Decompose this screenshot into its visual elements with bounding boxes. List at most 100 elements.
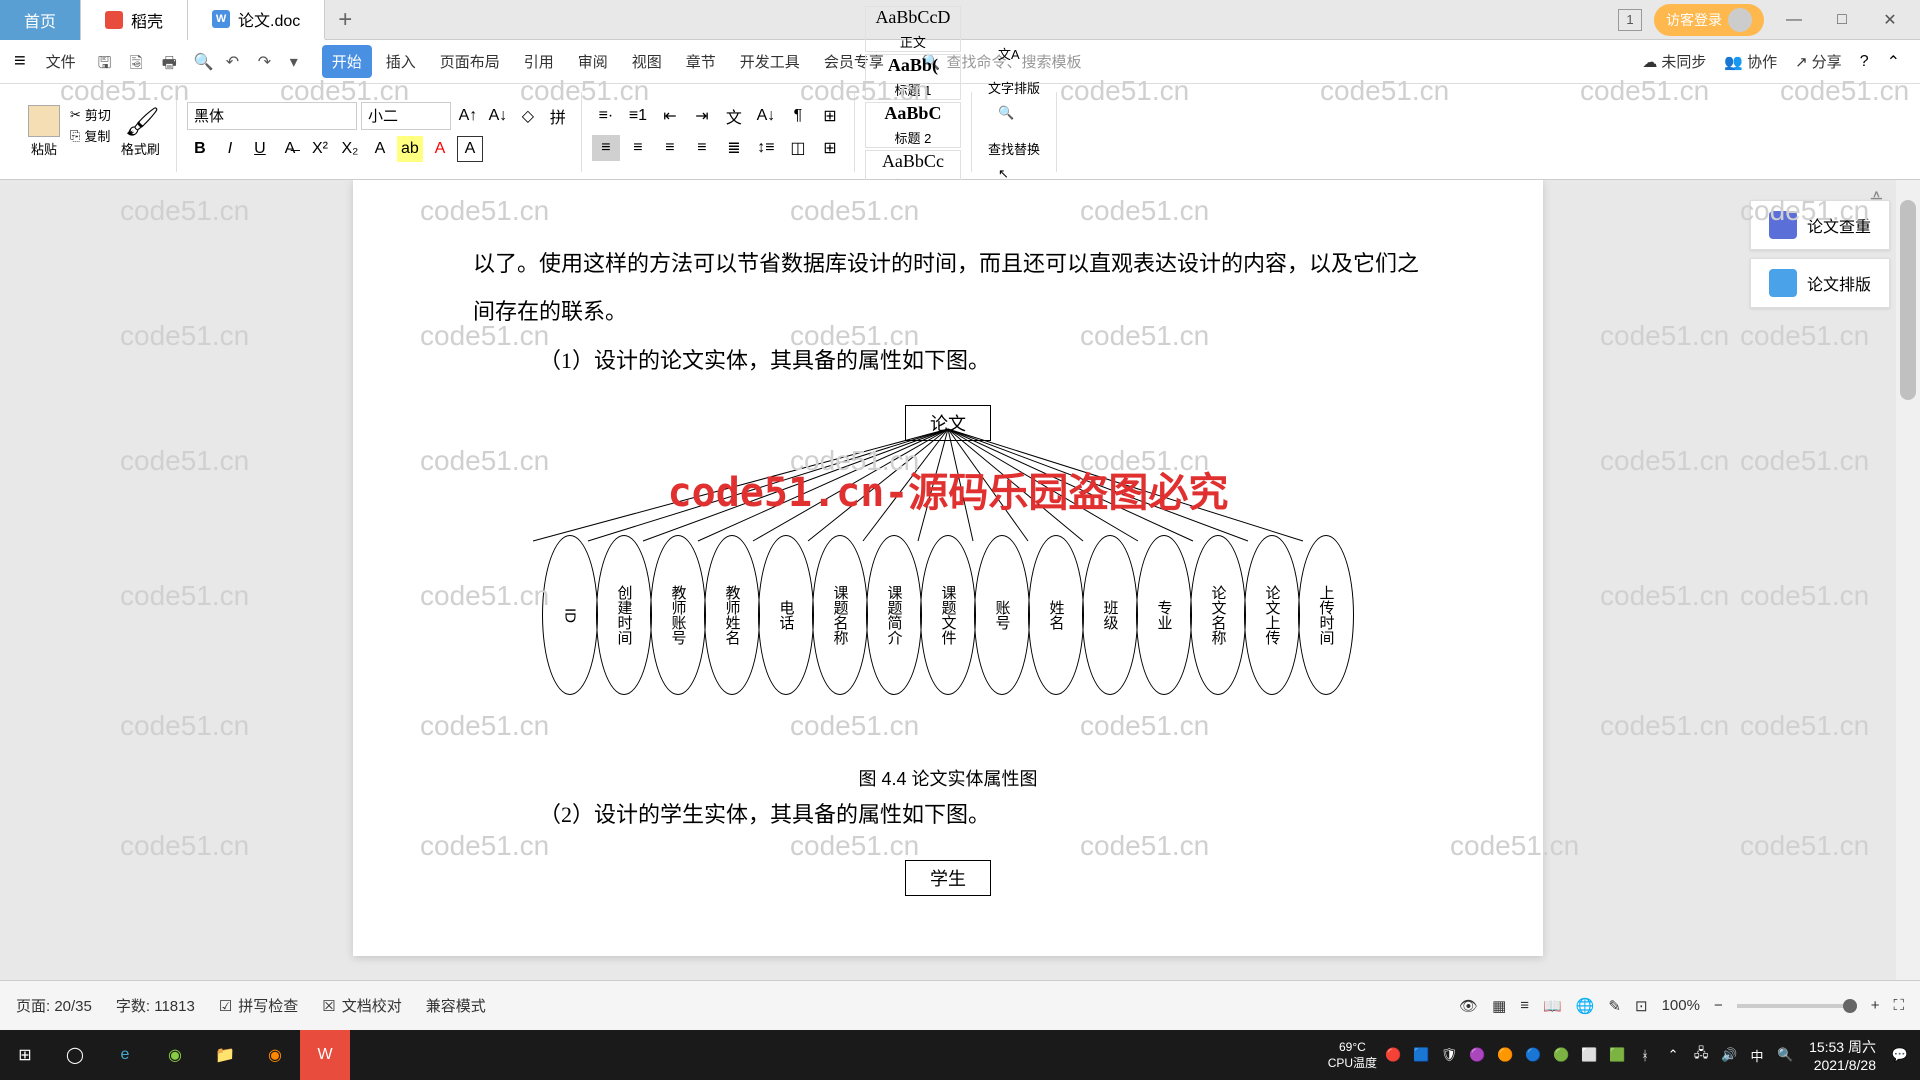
paper-check-button[interactable]: 论文查重 (1750, 200, 1890, 250)
style-heading2[interactable]: AaBbC标题 2 (865, 102, 961, 148)
clear-format-button[interactable]: ◇ (515, 103, 541, 129)
start-button[interactable]: ⊞ (0, 1030, 50, 1080)
document-page[interactable]: 以了。使用这样的方法可以节省数据库设计的时间，而且还可以直观表达设计的内容，以及… (353, 180, 1543, 956)
tab-document[interactable]: W 论文.doc (188, 0, 325, 40)
wps-icon[interactable]: W (300, 1030, 350, 1080)
explorer-icon[interactable]: 📁 (200, 1030, 250, 1080)
browser-icon[interactable]: ◉ (150, 1030, 200, 1080)
cortana-icon[interactable]: ◯ (50, 1030, 100, 1080)
tray-icon-1[interactable]: 🔴 (1381, 1043, 1405, 1067)
menu-reference[interactable]: 引用 (514, 45, 564, 78)
ime-icon[interactable]: 中 (1745, 1043, 1769, 1067)
grow-font-button[interactable]: A↑ (455, 103, 481, 129)
zoom-thumb[interactable] (1843, 999, 1857, 1013)
clock[interactable]: 15:53 周六 2021/8/28 (1801, 1037, 1884, 1073)
app-icon-1[interactable]: ◉ (250, 1030, 300, 1080)
minimize-button[interactable]: — (1776, 2, 1812, 38)
spellcheck-button[interactable]: ☑拼写检查 (219, 995, 298, 1016)
vertical-scrollbar[interactable] (1896, 180, 1920, 1030)
tab-doke[interactable]: 稻壳 (81, 0, 188, 40)
char-border-button[interactable]: A (457, 136, 483, 162)
decrease-indent-button[interactable]: ⇤ (656, 103, 684, 129)
print-icon[interactable]: 🖶 (162, 52, 182, 72)
italic-button[interactable]: I (217, 136, 243, 162)
print-direct-icon[interactable]: 🗟 (130, 52, 150, 72)
tray-icon-4[interactable]: 🟣 (1465, 1043, 1489, 1067)
align-left-button[interactable]: ≡ (592, 135, 620, 161)
bold-button[interactable]: B (187, 136, 213, 162)
menu-insert[interactable]: 插入 (376, 45, 426, 78)
find-replace-button[interactable]: 🔍查找替换 (982, 105, 1046, 158)
style-body[interactable]: AaBbCcD正文 (865, 6, 961, 52)
font-family-select[interactable] (187, 102, 357, 130)
annotate-icon[interactable]: ✎ (1608, 997, 1621, 1015)
strikethrough-button[interactable]: A̶ (277, 136, 303, 162)
share-button[interactable]: ↗分享 (1795, 51, 1842, 72)
bullets-button[interactable]: ≡· (592, 103, 620, 129)
show-marks-button[interactable]: ¶ (784, 103, 812, 129)
distribute-button[interactable]: ≣ (720, 135, 748, 161)
menu-review[interactable]: 审阅 (568, 45, 618, 78)
eye-icon[interactable]: 👁 (1459, 997, 1478, 1015)
collab-button[interactable]: 👥协作 (1724, 51, 1777, 72)
proofread-button[interactable]: ☒文档校对 (322, 995, 401, 1016)
view-outline-icon[interactable]: ≡ (1520, 997, 1529, 1014)
view-page-icon[interactable]: ▦ (1492, 997, 1506, 1015)
word-count[interactable]: 字数: 11813 (116, 995, 195, 1016)
help-icon[interactable]: ? (1860, 53, 1869, 71)
line-spacing-button[interactable]: ↕≡ (752, 135, 780, 161)
align-center-button[interactable]: ≡ (624, 135, 652, 161)
volume-icon[interactable]: 🔊 (1717, 1043, 1741, 1067)
notifications-icon[interactable]: 💬 (1888, 1043, 1912, 1067)
align-right-button[interactable]: ≡ (656, 135, 684, 161)
zoom-in-button[interactable]: + (1871, 997, 1880, 1014)
numbering-button[interactable]: ≡1 (624, 103, 652, 129)
tab-add-button[interactable]: + (325, 6, 365, 34)
preview-icon[interactable]: 🔍 (194, 52, 214, 72)
close-button[interactable]: ✕ (1872, 2, 1908, 38)
fullscreen-icon[interactable]: ⛶ (1893, 997, 1904, 1014)
zoom-level[interactable]: 100% (1662, 997, 1700, 1014)
network-icon[interactable]: 🖧 (1689, 1043, 1713, 1067)
collapse-ribbon-icon[interactable]: ⌃ (1887, 52, 1900, 72)
tray-icon-6[interactable]: 🔵 (1521, 1043, 1545, 1067)
qat-dropdown-icon[interactable]: ▾ (290, 52, 310, 72)
tray-icon-3[interactable]: 🛡 (1437, 1043, 1461, 1067)
menu-file[interactable]: 文件 (36, 45, 86, 78)
font-size-select[interactable] (361, 102, 451, 130)
scrollbar-thumb[interactable] (1900, 200, 1916, 400)
sync-button[interactable]: ☁未同步 (1642, 51, 1706, 72)
borders-button[interactable]: ⊞ (816, 135, 844, 161)
menu-view[interactable]: 视图 (622, 45, 672, 78)
format-painter-button[interactable]: 🖌 格式刷 (115, 105, 166, 158)
asian-layout-button[interactable]: 文 (720, 103, 748, 129)
font-color-button[interactable]: A (427, 136, 453, 162)
shrink-font-button[interactable]: A↓ (485, 103, 511, 129)
tab-home[interactable]: 首页 (0, 0, 81, 40)
tray-icon-5[interactable]: 🟠 (1493, 1043, 1517, 1067)
fit-icon[interactable]: ⊡ (1635, 997, 1648, 1015)
highlight-button[interactable]: ab (397, 136, 423, 162)
menu-devtools[interactable]: 开发工具 (730, 45, 810, 78)
phonetic-button[interactable]: 拼 (545, 103, 571, 129)
tabs-button[interactable]: ⊞ (816, 103, 844, 129)
underline-button[interactable]: U (247, 136, 273, 162)
tray-up-icon[interactable]: ⌃ (1661, 1043, 1685, 1067)
copy-button[interactable]: ⎘复制 (70, 126, 111, 145)
increase-indent-button[interactable]: ⇥ (688, 103, 716, 129)
sort-button[interactable]: A↓ (752, 103, 780, 129)
tray-icon-9[interactable]: 🟩 (1605, 1043, 1629, 1067)
save-icon[interactable]: 🖫 (98, 52, 118, 72)
redo-icon[interactable]: ↷ (258, 52, 278, 72)
zoom-out-button[interactable]: − (1714, 997, 1723, 1014)
shading-button[interactable]: ◫ (784, 135, 812, 161)
tray-icon-8[interactable]: ⬜ (1577, 1043, 1601, 1067)
zoom-slider[interactable] (1737, 1004, 1857, 1008)
view-reading-icon[interactable]: 📖 (1543, 997, 1562, 1015)
tray-icon-2[interactable]: 🟦 (1409, 1043, 1433, 1067)
paper-layout-button[interactable]: 论文排版 (1750, 258, 1890, 308)
style-heading1[interactable]: AaBb(标题 1 (865, 54, 961, 100)
hamburger-icon[interactable]: ≡ (8, 50, 32, 73)
undo-icon[interactable]: ↶ (226, 52, 246, 72)
login-badge[interactable]: 访客登录 (1654, 4, 1764, 36)
